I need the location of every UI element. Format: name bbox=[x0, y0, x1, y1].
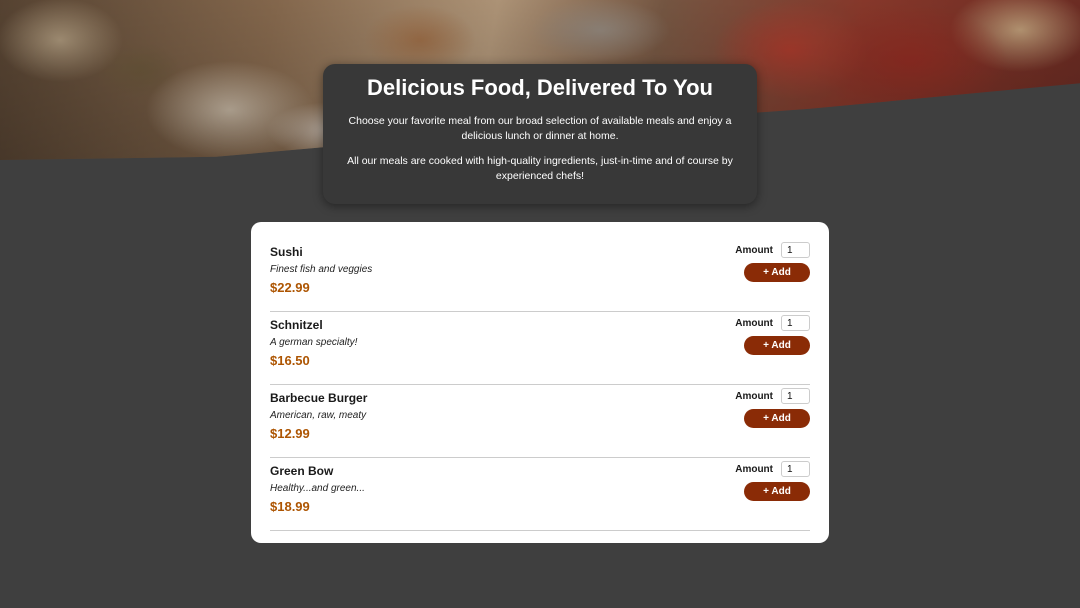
meal-item: Sushi Finest fish and veggies $22.99 Amo… bbox=[270, 240, 810, 312]
amount-label: Amount bbox=[735, 244, 773, 256]
meal-add-form: Amount + Add bbox=[735, 388, 810, 457]
meal-add-form: Amount + Add bbox=[735, 242, 810, 311]
meal-info: Sushi Finest fish and veggies $22.99 bbox=[270, 242, 372, 311]
meal-item: Barbecue Burger American, raw, meaty $12… bbox=[270, 386, 810, 458]
add-button[interactable]: + Add bbox=[744, 482, 810, 501]
amount-label: Amount bbox=[735, 390, 773, 402]
amount-label: Amount bbox=[735, 317, 773, 329]
meal-name: Schnitzel bbox=[270, 318, 323, 332]
meal-name: Barbecue Burger bbox=[270, 391, 368, 405]
amount-row: Amount bbox=[735, 315, 810, 331]
summary-title: Delicious Food, Delivered To You bbox=[367, 75, 713, 100]
summary-card: Delicious Food, Delivered To You Choose … bbox=[323, 64, 757, 204]
meal-description: A german specialty! bbox=[270, 337, 358, 348]
amount-input[interactable] bbox=[781, 388, 810, 404]
meal-add-form: Amount + Add bbox=[735, 461, 810, 530]
meal-name: Green Bow bbox=[270, 464, 334, 478]
add-button[interactable]: + Add bbox=[744, 336, 810, 355]
meal-price: $18.99 bbox=[270, 499, 310, 514]
summary-paragraph-2: All our meals are cooked with high-quali… bbox=[347, 155, 733, 182]
amount-input[interactable] bbox=[781, 461, 810, 477]
add-button[interactable]: + Add bbox=[744, 409, 810, 428]
meal-description: Finest fish and veggies bbox=[270, 264, 373, 275]
meal-info: Barbecue Burger American, raw, meaty $12… bbox=[270, 388, 367, 457]
meal-info: Green Bow Healthy...and green... $18.99 bbox=[270, 461, 365, 530]
summary-paragraph-1: Choose your favorite meal from our broad… bbox=[348, 115, 732, 142]
meal-price: $22.99 bbox=[270, 280, 310, 295]
meal-price: $16.50 bbox=[270, 353, 310, 368]
meal-price: $12.99 bbox=[270, 426, 310, 441]
amount-row: Amount bbox=[735, 242, 810, 258]
meal-item: Green Bow Healthy...and green... $18.99 … bbox=[270, 459, 810, 531]
meal-item: Schnitzel A german specialty! $16.50 Amo… bbox=[270, 313, 810, 385]
meal-description: Healthy...and green... bbox=[270, 483, 365, 494]
meals-card: Sushi Finest fish and veggies $22.99 Amo… bbox=[251, 222, 829, 543]
meal-add-form: Amount + Add bbox=[735, 315, 810, 384]
amount-row: Amount bbox=[735, 461, 810, 477]
amount-input[interactable] bbox=[781, 315, 810, 331]
amount-input[interactable] bbox=[781, 242, 810, 258]
meal-name: Sushi bbox=[270, 245, 303, 259]
meal-info: Schnitzel A german specialty! $16.50 bbox=[270, 315, 357, 384]
amount-row: Amount bbox=[735, 388, 810, 404]
amount-label: Amount bbox=[735, 463, 773, 475]
meal-description: American, raw, meaty bbox=[270, 410, 367, 421]
add-button[interactable]: + Add bbox=[744, 263, 810, 282]
